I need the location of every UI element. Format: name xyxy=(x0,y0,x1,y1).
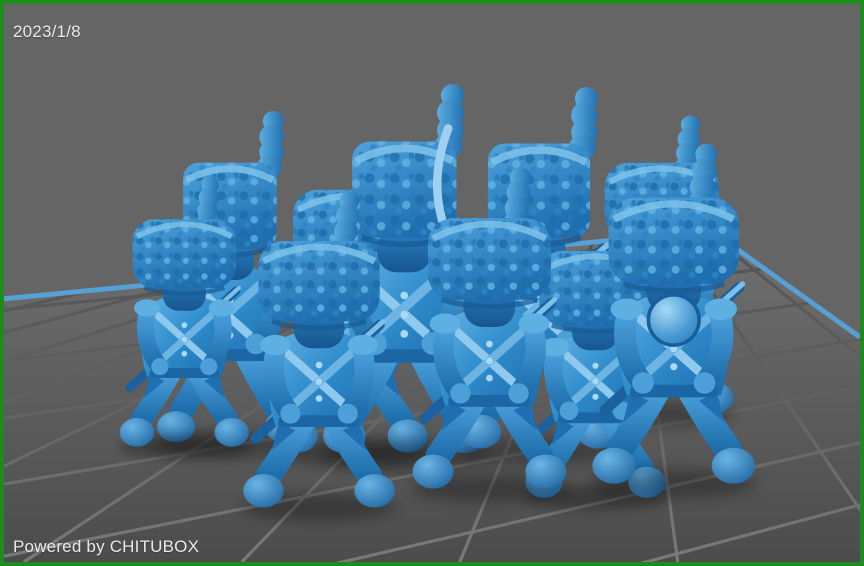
date-overlay: 2023/1/8 xyxy=(13,22,81,42)
build-plate-viewport[interactable] xyxy=(4,4,860,562)
powered-by-watermark: Powered by CHITUBOX xyxy=(13,537,199,557)
slicer-preview-window: 2023/1/8 Powered by CHITUBOX xyxy=(0,0,864,566)
